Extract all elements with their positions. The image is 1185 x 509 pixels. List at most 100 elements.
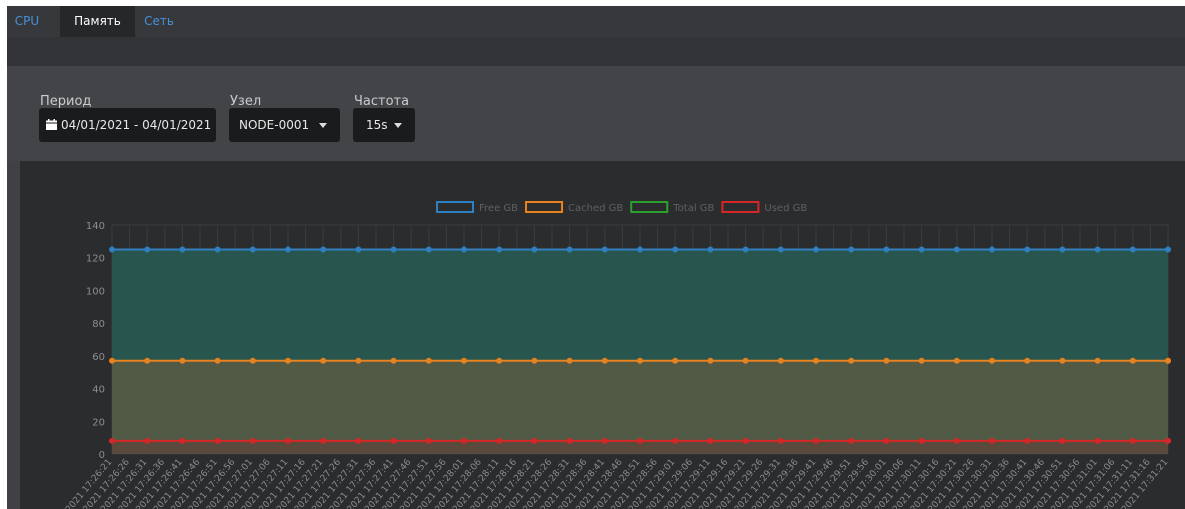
data-point-cached-gb (179, 357, 186, 364)
data-point-used-gb (989, 437, 995, 444)
data-point-cached-gb (1129, 357, 1136, 364)
chevron-down-icon (319, 123, 327, 128)
chart-areas (112, 249, 1168, 454)
data-point-cached-gb (144, 357, 151, 364)
y-axis: 020406080100120140 (86, 221, 105, 461)
calendar-icon (46, 119, 57, 130)
tab-bar: CPU Память Сеть (7, 6, 1185, 37)
data-point-used-gb (1165, 437, 1171, 444)
legend-swatch-used-gb (721, 201, 760, 213)
data-point-free-gb (285, 246, 291, 253)
y-tick-label: 20 (92, 417, 105, 428)
period-label: Период (40, 94, 92, 109)
data-point-used-gb (531, 437, 538, 444)
y-tick-label: 60 (92, 352, 105, 363)
data-point-used-gb (144, 437, 151, 444)
data-point-used-gb (285, 437, 291, 444)
data-point-used-gb (390, 437, 397, 444)
data-point-used-gb (1094, 437, 1101, 444)
data-point-cached-gb (320, 357, 327, 364)
data-point-cached-gb (355, 357, 362, 364)
data-point-free-gb (144, 246, 151, 253)
data-point-used-gb (637, 437, 643, 444)
data-point-free-gb (707, 246, 714, 253)
period-date-range-input[interactable]: 04/01/2021 - 04/01/2021 (39, 108, 216, 142)
data-point-cached-gb (249, 357, 256, 364)
data-point-free-gb (214, 246, 221, 253)
data-point-cached-gb (1165, 357, 1171, 364)
data-point-used-gb (742, 437, 749, 444)
data-point-free-gb (179, 246, 186, 253)
data-point-used-gb (214, 437, 221, 444)
data-point-used-gb (109, 437, 115, 444)
memory-chart-panel: 0 20 40 60 80 100 120 140 2021 17:26:21 2021 17:… (20, 161, 1185, 509)
y-tick-label: 40 (92, 385, 105, 396)
data-point-free-gb (601, 246, 608, 253)
data-point-free-gb (777, 246, 784, 253)
data-point-cached-gb (848, 357, 855, 364)
data-point-cached-gb (953, 357, 960, 364)
data-point-used-gb (320, 437, 327, 444)
data-point-used-gb (1129, 437, 1136, 444)
data-point-cached-gb (390, 357, 397, 364)
data-point-free-gb (390, 246, 397, 253)
legend-label-total-gb: Total GB (672, 203, 714, 214)
tab-memory[interactable]: Память (60, 6, 135, 37)
data-point-cached-gb (425, 357, 432, 364)
data-point-used-gb (883, 437, 890, 444)
data-point-cached-gb (531, 357, 538, 364)
data-point-free-gb (813, 246, 819, 253)
data-point-free-gb (109, 246, 115, 253)
data-point-cached-gb (1094, 357, 1101, 364)
data-point-free-gb (531, 246, 538, 253)
data-point-cached-gb (637, 357, 643, 364)
chart-legend: Free GB Cached GB Total GB Used GB (436, 201, 807, 214)
data-point-free-gb (425, 246, 432, 253)
data-point-free-gb (989, 246, 995, 253)
data-point-used-gb (355, 437, 362, 444)
node-select[interactable]: NODE-0001 (229, 108, 340, 142)
data-point-free-gb (355, 246, 362, 253)
data-point-free-gb (848, 246, 855, 253)
data-point-free-gb (1059, 246, 1066, 253)
data-point-used-gb (953, 437, 960, 444)
data-point-used-gb (777, 437, 784, 444)
data-point-free-gb (1165, 246, 1171, 253)
data-point-used-gb (848, 437, 855, 444)
data-point-cached-gb (813, 357, 819, 364)
y-tick-label: 140 (86, 221, 105, 232)
node-label: Узел (230, 94, 262, 109)
toolbar-strip (7, 37, 1185, 66)
frequency-select[interactable]: 15s (353, 108, 415, 142)
data-point-free-gb (496, 246, 503, 253)
filter-panel: Период 04/01/2021 - 04/01/2021 Узел NODE… (7, 66, 1185, 161)
data-point-used-gb (918, 437, 925, 444)
data-point-cached-gb (1059, 357, 1066, 364)
legend-swatch-free-gb (436, 201, 474, 213)
data-point-cached-gb (742, 357, 749, 364)
node-value: NODE-0001 (239, 118, 310, 132)
data-point-cached-gb (883, 357, 890, 364)
data-point-used-gb (672, 437, 679, 444)
data-point-used-gb (707, 437, 714, 444)
legend-label-used-gb: Used GB (764, 203, 807, 214)
data-point-used-gb (496, 437, 503, 444)
data-point-used-gb (1059, 437, 1066, 444)
data-point-cached-gb (285, 357, 291, 364)
legend-label-cached-gb: Cached GB (568, 203, 623, 214)
data-point-free-gb (566, 246, 573, 253)
data-point-free-gb (461, 246, 467, 253)
monitoring-app: CPU Память Сеть Период 04/01/2021 - 04/0… (7, 6, 1185, 509)
data-point-cached-gb (214, 357, 221, 364)
data-point-cached-gb (1024, 357, 1031, 364)
data-point-cached-gb (918, 357, 925, 364)
data-point-cached-gb (777, 357, 784, 364)
data-point-free-gb (742, 246, 749, 253)
y-tick-label: 120 (86, 254, 105, 265)
data-point-free-gb (953, 246, 960, 253)
tab-cpu[interactable]: CPU (7, 6, 47, 37)
tab-network[interactable]: Сеть (135, 6, 183, 37)
data-point-free-gb (672, 246, 679, 253)
y-tick-label: 100 (86, 286, 105, 297)
data-point-used-gb (1024, 437, 1031, 444)
